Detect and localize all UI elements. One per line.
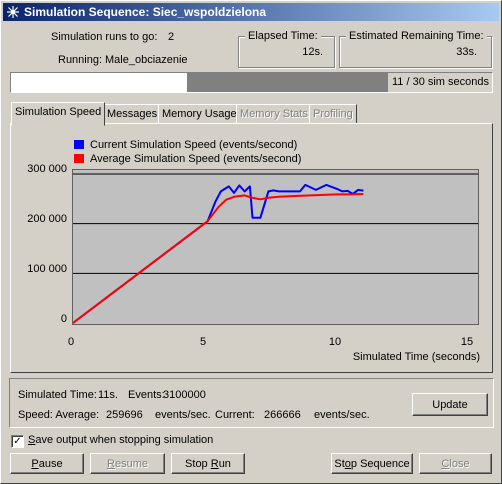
y-tick-300000: 300 000 (27, 163, 67, 175)
tab-profiling-label: Profiling (313, 108, 353, 120)
sim-time-value: 11s. (98, 389, 118, 401)
x-axis-label: Simulated Time (seconds) (352, 351, 480, 363)
title-bar[interactable]: Simulation Sequence: Siec_wspoldzielona (3, 3, 499, 21)
legend-current-label: Current Simulation Speed (events/second) (90, 139, 298, 151)
window-title: Simulation Sequence: Siec_wspoldzielona (24, 5, 267, 19)
current-label: Current: (215, 409, 255, 421)
events-per-sec-average: events/sec. (155, 409, 211, 421)
stop-sequence-button[interactable]: Stop Sequence (331, 453, 413, 474)
series-line-current-speed (72, 183, 364, 324)
sim-time-label: Simulated Time: (18, 389, 97, 401)
stop-run-button-b: un (218, 458, 231, 470)
legend-average-swatch (74, 154, 84, 163)
pause-button[interactable]: Pause (10, 453, 84, 474)
save-output-label[interactable]: Save output when stopping simulation (28, 434, 213, 446)
checkmark-icon: ✓ (13, 436, 22, 447)
legend-current-speed: Current Simulation Speed (events/second) (74, 139, 297, 151)
events-per-sec-current: events/sec. (314, 409, 370, 421)
tab-simulation-speed[interactable]: Simulation Speed (11, 102, 106, 126)
progress-text: 11 / 30 sim seconds (386, 73, 492, 92)
progress-fill (11, 73, 188, 92)
status-area: Simulated Time: 11s. Events: 3100000 Spe… (9, 378, 494, 428)
speed-chart (72, 173, 478, 324)
legend-average-speed: Average Simulation Speed (events/second) (74, 153, 301, 165)
tab-profiling[interactable]: Profiling (309, 104, 357, 124)
x-tick-0: 0 (67, 336, 75, 348)
stop-sequence-button-b: p Sequence (350, 458, 410, 470)
speed-current-value: 266666 (264, 409, 301, 421)
runs-to-go-value: 2 (168, 31, 175, 43)
y-tick-200000: 200 000 (27, 213, 67, 225)
plot-area (72, 169, 479, 325)
running-value: Male_obciazenie (105, 54, 188, 66)
tab-memory-stats-label: Memory Stats (240, 108, 308, 120)
series-line-average-speed (72, 193, 364, 324)
tab-memory-stats[interactable]: Memory Stats (236, 104, 312, 124)
stop-run-mnemonic: R (210, 458, 219, 470)
stop-sequence-button-a: St (334, 458, 345, 470)
tab-messages-label: Messages (107, 108, 158, 120)
close-button-rest: lose (449, 458, 470, 470)
x-tick-10: 10 (328, 336, 342, 348)
stop-run-button[interactable]: Stop Run (171, 453, 245, 474)
simulation-sequence-window: Simulation Sequence: Siec_wspoldzielona … (0, 0, 502, 484)
resume-mnemonic: R (107, 458, 115, 470)
tab-messages[interactable]: Messages (103, 104, 162, 124)
pause-mnemonic: P (31, 458, 39, 470)
speed-average-label: Speed: Average: (18, 409, 100, 421)
legend-average-label: Average Simulation Speed (events/second) (90, 153, 302, 165)
remaining-time-group: Estimated Remaining Time: 33s. (339, 30, 492, 68)
remaining-time-title: Estimated Remaining Time: (346, 30, 487, 42)
speed-average-value: 259696 (106, 409, 143, 421)
y-tick-100000: 100 000 (27, 263, 67, 275)
tab-memory-usage[interactable]: Memory Usage (158, 104, 241, 124)
events-value: 3100000 (163, 389, 206, 401)
simulation-speed-panel: Current Simulation Speed (events/second)… (10, 123, 493, 373)
app-icon (7, 6, 19, 18)
stop-run-button-a: Stop (185, 458, 211, 470)
save-output-checkbox[interactable]: ✓ (11, 435, 24, 448)
tab-memory-usage-label: Memory Usage (162, 108, 237, 120)
running-label: Running: (58, 54, 103, 66)
legend-current-swatch (74, 140, 84, 149)
remaining-time-value: 33s. (456, 46, 477, 58)
runs-to-go-label: Simulation runs to go: (51, 31, 158, 43)
x-tick-5: 5 (199, 336, 207, 348)
tab-simulation-speed-label: Simulation Speed (15, 106, 102, 118)
events-label: Events: (128, 389, 165, 401)
update-button[interactable]: Update (412, 393, 488, 416)
resume-button-rest: esume (114, 458, 148, 470)
save-output-label-rest: ave output when stopping simulation (35, 434, 214, 446)
pause-button-rest: ause (38, 458, 63, 470)
x-tick-15: 15 (460, 336, 474, 348)
y-tick-0: 0 (60, 313, 67, 325)
elapsed-time-group: Elapsed Time: 12s. (238, 30, 335, 68)
close-button[interactable]: Close (419, 453, 492, 474)
sim-progress-bar: 11 / 30 sim seconds (10, 72, 493, 93)
elapsed-time-value: 12s. (302, 46, 323, 58)
resume-button[interactable]: Resume (90, 453, 165, 474)
elapsed-time-title: Elapsed Time: (245, 30, 321, 42)
